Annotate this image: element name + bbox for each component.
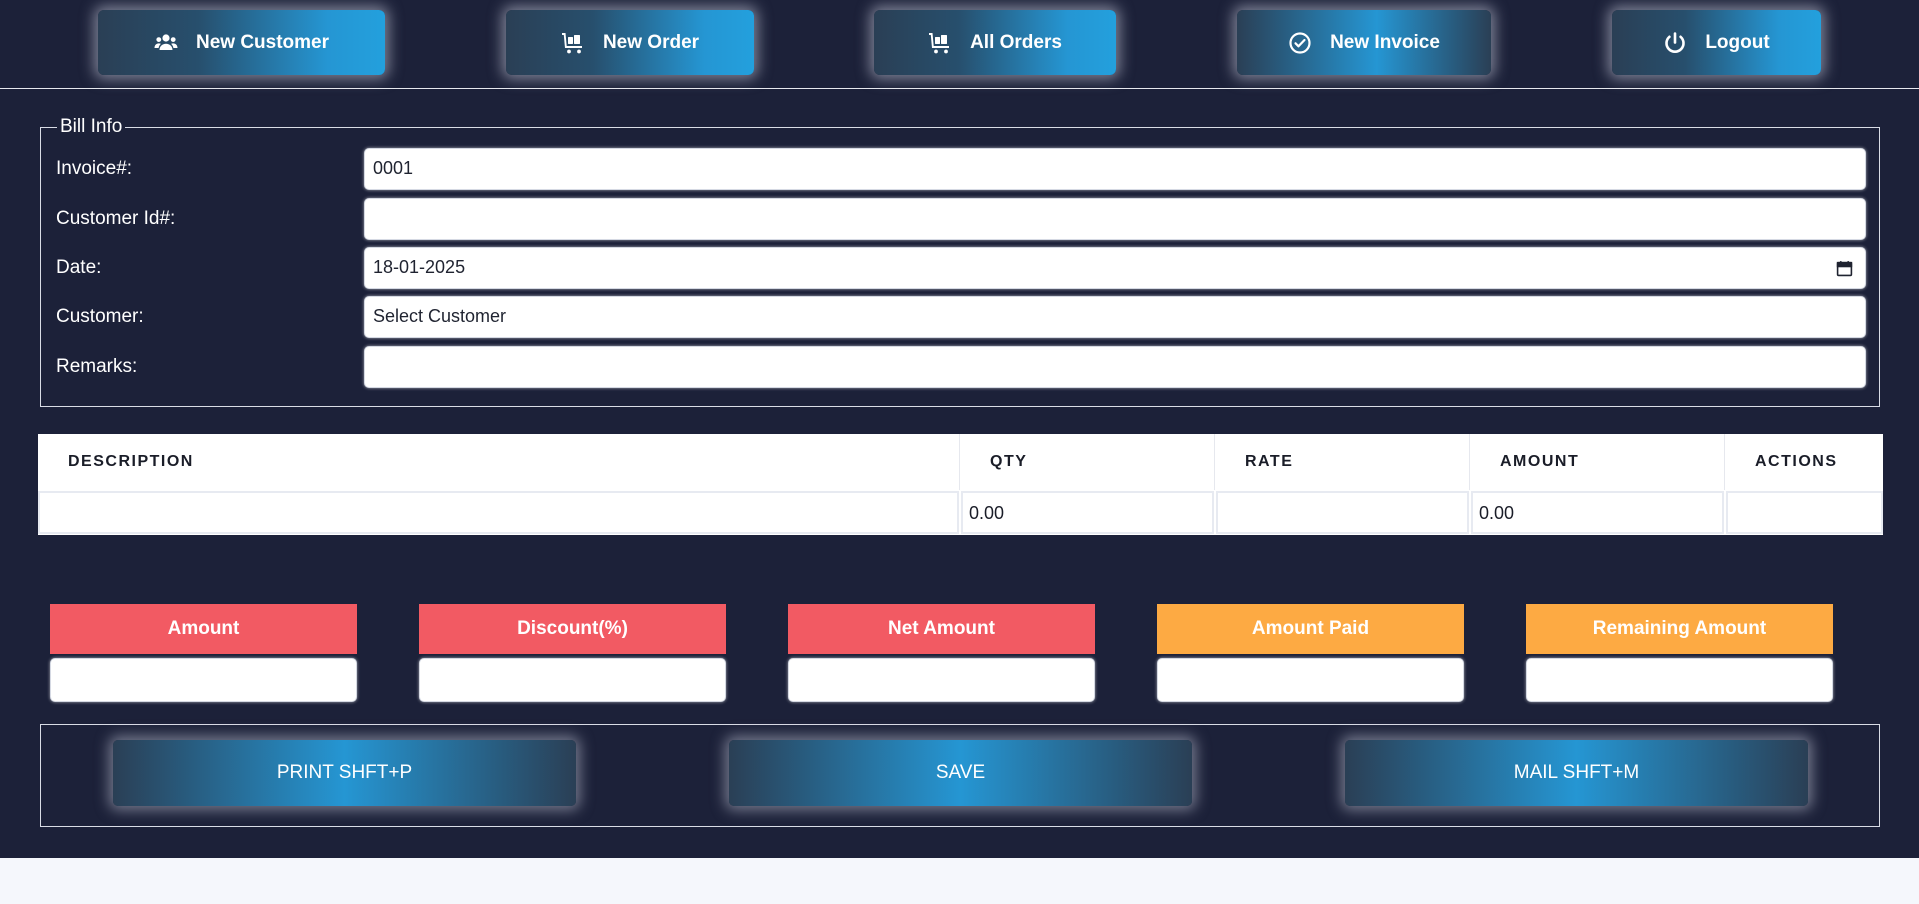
remaining-amount-label: Remaining Amount <box>1526 604 1833 654</box>
power-icon <box>1665 31 1686 53</box>
remarks-input[interactable] <box>364 346 1866 388</box>
customer-select[interactable]: Select Customer <box>364 296 1866 338</box>
remarks-label: Remarks: <box>56 356 138 377</box>
amount-paid-input[interactable] <box>1157 658 1464 702</box>
th-description: DESCRIPTION <box>38 434 960 490</box>
logout-label: Logout <box>1705 31 1770 53</box>
new-customer-label: New Customer <box>195 31 330 53</box>
all-orders-button[interactable]: All Orders <box>874 10 1116 75</box>
date-input[interactable]: 18-01-2025 <box>364 247 1866 289</box>
actions-cell <box>1726 491 1883 534</box>
items-table: DESCRIPTION QTY RATE AMOUNT ACTIONS 0.00… <box>38 434 1883 535</box>
invoice-row: Invoice#: 0001 <box>41 148 1881 192</box>
users-icon <box>154 33 178 50</box>
invoice-input[interactable]: 0001 <box>364 148 1866 190</box>
print-button[interactable]: PRINT SHFT+P <box>113 740 576 806</box>
date-row: Date: 18-01-2025 <box>41 247 1881 291</box>
th-amount: AMOUNT <box>1470 434 1725 490</box>
new-invoice-button[interactable]: New Invoice <box>1237 10 1491 75</box>
th-qty: QTY <box>960 434 1215 490</box>
amount-label: Amount <box>50 604 357 654</box>
customer-id-label: Customer Id#: <box>56 208 176 229</box>
customer-label: Customer: <box>56 306 144 327</box>
customer-id-input[interactable] <box>364 198 1866 240</box>
discount-label: Discount(%) <box>419 604 726 654</box>
bill-info-fieldset: Bill Info Invoice#: 0001 Customer Id#: D… <box>40 116 1881 407</box>
calendar-icon[interactable] <box>1836 260 1853 277</box>
new-customer-button[interactable]: New Customer <box>98 10 385 75</box>
amount-paid-label: Amount Paid <box>1157 604 1464 654</box>
logout-button[interactable]: Logout <box>1612 10 1821 75</box>
amount-total-input[interactable] <box>50 658 357 702</box>
check-circle-icon <box>1289 31 1311 54</box>
all-orders-label: All Orders <box>970 31 1062 53</box>
new-order-label: New Order <box>602 31 700 53</box>
cart-icon <box>929 32 950 53</box>
invoice-label: Invoice#: <box>56 158 133 179</box>
cart-icon <box>561 32 582 53</box>
remaining-amount-input[interactable] <box>1526 658 1833 702</box>
remarks-row: Remarks: <box>41 346 1881 390</box>
description-input[interactable] <box>38 491 959 534</box>
top-nav: New Customer New Order All Orders New In… <box>0 0 1919 89</box>
date-value: 18-01-2025 <box>373 257 466 277</box>
date-label: Date: <box>56 257 102 278</box>
th-rate: RATE <box>1215 434 1470 490</box>
rate-input[interactable] <box>1216 491 1469 534</box>
action-bar: PRINT SHFT+P SAVE MAIL SHFT+M <box>40 724 1880 827</box>
customer-id-row: Customer Id#: <box>41 198 1881 242</box>
th-actions: ACTIONS <box>1755 453 1838 470</box>
new-order-button[interactable]: New Order <box>506 10 754 75</box>
net-amount-input[interactable] <box>788 658 1095 702</box>
amount-input[interactable]: 0.00 <box>1471 491 1724 534</box>
bill-info-legend: Bill Info <box>57 116 126 138</box>
customer-row: Customer: Select Customer <box>41 296 1881 340</box>
app-background: New Customer New Order All Orders New In… <box>0 0 1919 858</box>
save-button[interactable]: SAVE <box>729 740 1192 806</box>
discount-input[interactable] <box>419 658 726 702</box>
new-invoice-label: New Invoice <box>1330 31 1440 53</box>
net-amount-label: Net Amount <box>788 604 1095 654</box>
qty-input[interactable]: 0.00 <box>961 491 1214 534</box>
mail-button[interactable]: MAIL SHFT+M <box>1345 740 1808 806</box>
